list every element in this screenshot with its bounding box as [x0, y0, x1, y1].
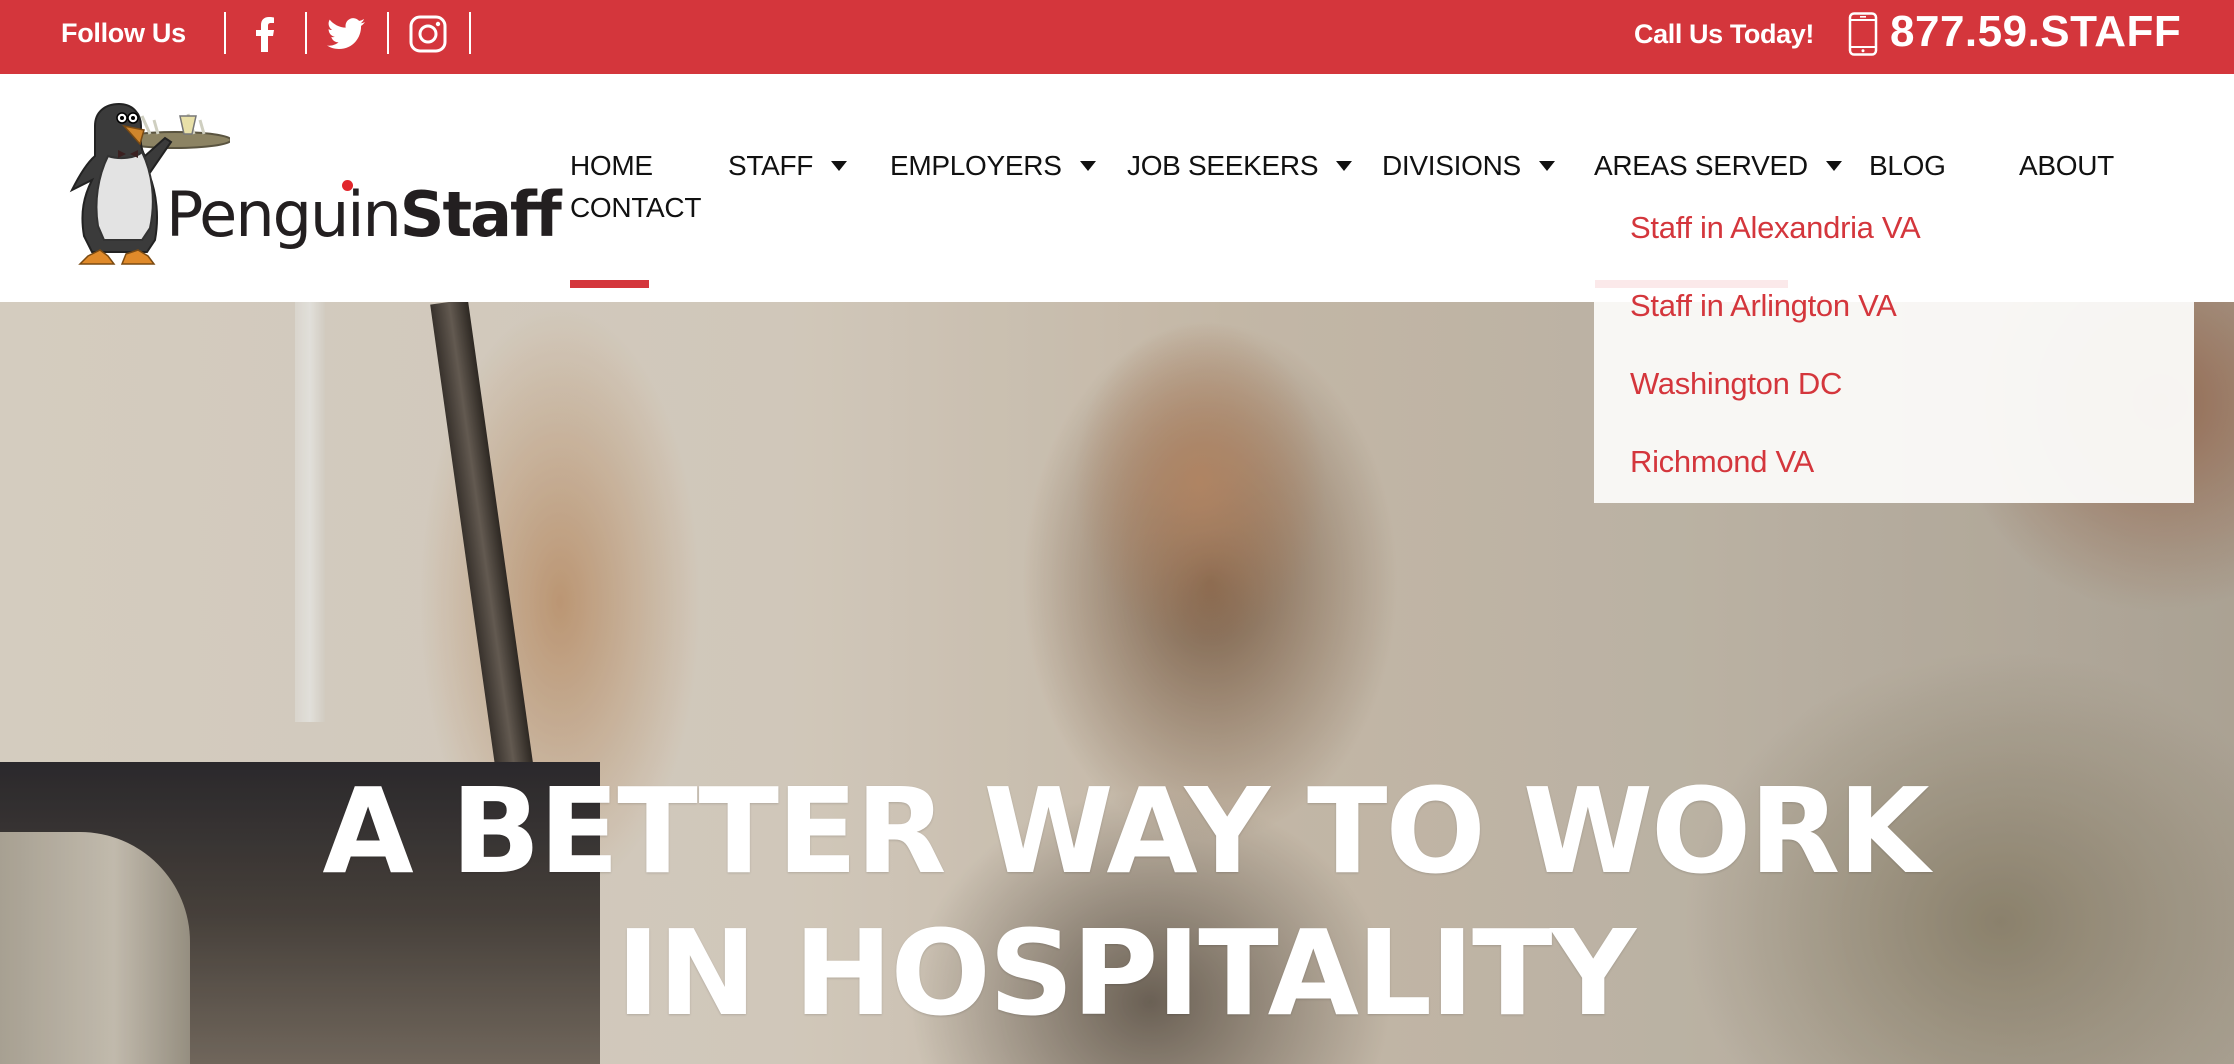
follow-us-label: Follow Us: [61, 18, 186, 48]
active-nav-indicator: [570, 280, 649, 288]
nav-staff[interactable]: STAFF: [728, 150, 848, 182]
call-us-label: Call Us Today!: [1634, 19, 1814, 49]
divider: [387, 12, 389, 54]
dropdown-item-arlington[interactable]: Staff in Arlington VA: [1630, 288, 1897, 324]
caret-down-icon: [1079, 161, 1096, 171]
logo-dot: [342, 180, 353, 191]
nav-job-seekers[interactable]: JOB SEEKERS: [1127, 150, 1353, 182]
logo[interactable]: PenguinStaff: [60, 96, 562, 276]
caret-down-icon: [1336, 161, 1353, 171]
mobile-phone-icon: [1848, 12, 1878, 61]
instagram-link[interactable]: [408, 14, 448, 54]
phone-number-link[interactable]: 877.59.STAFF: [1890, 7, 2181, 57]
nav-blog[interactable]: BLOG: [1869, 150, 1946, 182]
dropdown-item-alexandria[interactable]: Staff in Alexandria VA: [1630, 210, 1921, 246]
instagram-icon: [409, 15, 447, 53]
hero-title-line-2: IN HOSPITALITY: [616, 904, 1636, 1042]
logo-text: PenguinStaff: [166, 178, 562, 251]
twitter-icon: [327, 18, 365, 50]
dropdown-item-washington-dc[interactable]: Washington DC: [1630, 366, 1842, 402]
divider: [224, 12, 226, 54]
caret-down-icon: [1825, 161, 1842, 171]
hover-nav-indicator: [1595, 280, 1788, 288]
divider: [469, 12, 471, 54]
top-bar: Follow Us Call Us Today! 877.59.STAFF: [0, 0, 2234, 74]
facebook-link[interactable]: [245, 14, 285, 54]
areas-served-dropdown: Staff in Alexandria VA Staff in Arlingto…: [1594, 200, 2194, 503]
divider: [305, 12, 307, 54]
nav-areas-served[interactable]: AREAS SERVED: [1594, 150, 1842, 182]
twitter-link[interactable]: [326, 14, 366, 54]
nav-employers[interactable]: EMPLOYERS: [890, 150, 1096, 182]
nav-about[interactable]: ABOUT: [2019, 150, 2114, 182]
nav-divisions[interactable]: DIVISIONS: [1382, 150, 1555, 182]
caret-down-icon: [831, 161, 848, 171]
nav-home[interactable]: HOME: [570, 150, 653, 182]
facebook-icon: [256, 17, 274, 52]
nav-contact[interactable]: CONTACT: [570, 192, 701, 224]
caret-down-icon: [1538, 161, 1555, 171]
dropdown-item-richmond[interactable]: Richmond VA: [1630, 444, 1814, 480]
hero-title-line-1: A BETTER WAY TO WORK: [322, 762, 1929, 900]
